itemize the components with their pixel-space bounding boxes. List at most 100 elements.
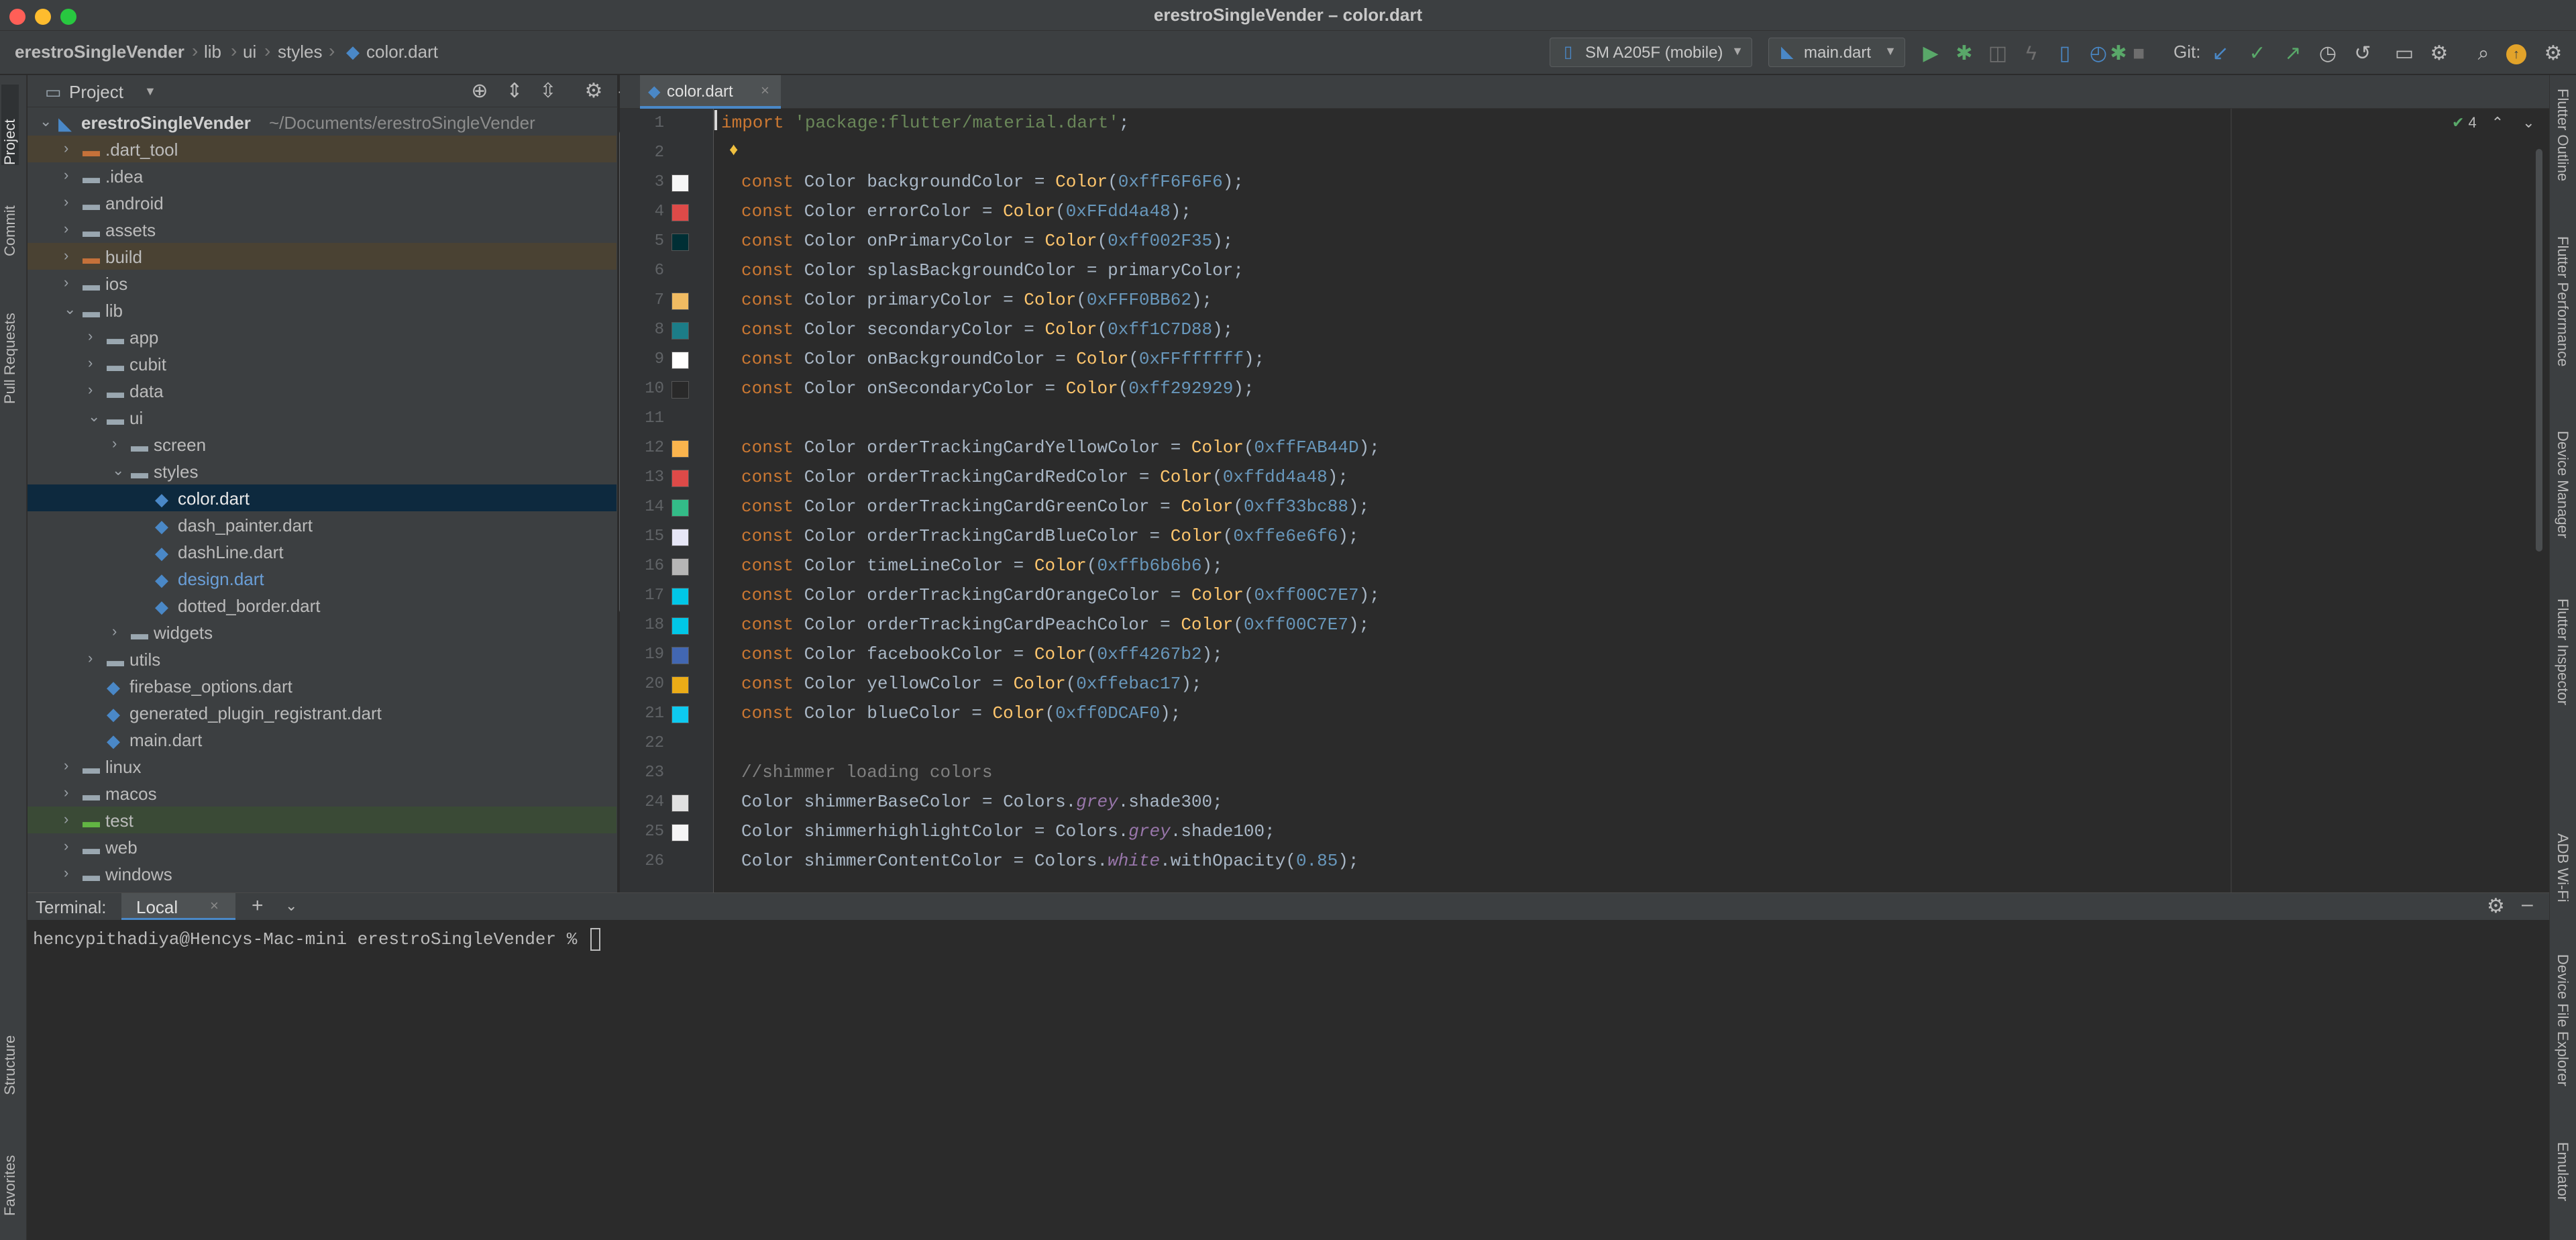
tree-item[interactable]: ◆ design.dart [28,565,616,592]
device-file-explorer-tool-tab[interactable]: Device File Explorer [2554,954,2571,1086]
stop-icon[interactable]: ■ [2125,40,2152,67]
chevron-right-icon[interactable]: › [88,650,93,667]
tree-item[interactable]: › ▬ build [28,243,616,270]
chevron-right-icon[interactable]: › [88,381,93,399]
chevron-down-icon[interactable]: ⌄ [88,408,100,425]
add-terminal-icon[interactable]: + [252,894,264,917]
tree-item[interactable]: ◆ color.dart [28,484,616,511]
flutter-performance-tool-tab[interactable]: Flutter Performance [2554,236,2571,366]
lightbulb-icon[interactable]: ♦ [729,139,738,160]
git-push-icon[interactable]: ↗ [2279,40,2306,67]
color-swatch-icon[interactable] [672,234,689,251]
color-swatch-icon[interactable] [672,381,689,399]
chevron-down-icon[interactable]: ⌄ [40,113,52,130]
tree-item[interactable]: › ▬ windows [28,860,616,887]
update-available-icon[interactable]: ↑ [2506,44,2526,64]
color-swatch-icon[interactable] [672,322,689,340]
chevron-down-icon[interactable]: ⌄ [112,462,124,479]
color-swatch-icon[interactable] [672,174,689,192]
tree-item[interactable]: › ▬ .idea [28,162,616,189]
color-swatch-icon[interactable] [672,293,689,310]
history-icon[interactable]: ◷ [2314,40,2341,67]
close-icon[interactable]: × [210,897,219,915]
tree-item[interactable]: › ▬ android [28,189,616,216]
tree-item[interactable]: › ▬ app [28,323,616,350]
color-swatch-icon[interactable] [672,499,689,517]
terminal-tab-local[interactable]: Local × [121,893,235,920]
chevron-right-icon[interactable]: › [112,435,117,452]
tree-item[interactable]: › ▬ widgets [28,619,616,645]
breadcrumb-lib[interactable]: lib [204,42,221,62]
color-swatch-icon[interactable] [672,794,689,812]
collapse-all-icon[interactable]: ⇳ [535,78,561,105]
tree-item[interactable]: › ▬ ios [28,270,616,297]
color-swatch-icon[interactable] [672,440,689,458]
tree-item[interactable]: › ▬ macos [28,780,616,807]
debug-icon[interactable]: ✱ [1951,40,1978,67]
chevron-down-icon[interactable]: ⌄ [64,301,76,318]
adb-wifi-tool-tab[interactable]: ADB Wi-Fi [2554,833,2571,902]
attach-debugger-icon[interactable]: ◫ [1984,40,2011,67]
tree-item[interactable]: ◆ dash_painter.dart [28,511,616,538]
pull-requests-tool-tab[interactable]: Pull Requests [1,276,19,404]
tree-item[interactable]: › ▬ data [28,377,616,404]
chevron-right-icon[interactable]: › [64,784,68,801]
inspections-widget[interactable]: ✔ 4 ⌃ ⌄ [2452,114,2535,132]
device-manager-tool-tab[interactable]: Device Manager [2554,431,2571,538]
flutter-outline-tool-tab[interactable]: Flutter Outline [2554,89,2571,181]
hot-restart-icon[interactable]: ▯ [2051,40,2078,67]
color-swatch-icon[interactable] [672,529,689,546]
tree-item[interactable]: › ▬ linux [28,753,616,780]
locate-file-icon[interactable]: ⊕ [466,78,493,105]
chevron-up-icon[interactable]: ⌃ [2491,114,2504,131]
device-mirror-icon[interactable]: ▭ [2391,40,2418,67]
color-swatch-icon[interactable] [672,558,689,576]
structure-tool-tab[interactable]: Structure [1,1015,19,1095]
chevron-down-icon[interactable]: ⌄ [2522,114,2534,131]
sdk-manager-icon[interactable]: ⚙ [2426,40,2453,67]
chevron-right-icon[interactable]: › [64,220,68,238]
color-swatch-icon[interactable] [672,824,689,841]
color-swatch-icon[interactable] [672,647,689,664]
tree-item[interactable]: ⌄ ▬ lib [28,297,616,323]
settings-icon[interactable]: ⚙ [580,78,607,105]
chevron-right-icon[interactable]: › [64,274,68,291]
tree-item[interactable]: › ▬ web [28,833,616,860]
tree-item[interactable]: › ▬ screen [28,431,616,458]
tree-item[interactable]: ⌄ ▬ ui [28,404,616,431]
breadcrumb-styles[interactable]: styles [278,42,322,62]
breadcrumb-file[interactable]: color.dart [366,42,438,62]
settings-icon[interactable]: ⚙ [2540,40,2567,67]
tree-item[interactable]: ◆ dotted_border.dart [28,592,616,619]
tree-item[interactable]: ◆ firebase_options.dart [28,672,616,699]
search-icon[interactable]: ⌕ [2470,40,2497,67]
run-config-selector[interactable]: ◣ main.dart ▼ [1768,38,1905,67]
color-swatch-icon[interactable] [672,470,689,487]
run-icon[interactable]: ▶ [1917,40,1944,67]
terminal-output[interactable]: hencypithadiya@Hencys-Mac-mini erestroSi… [33,928,600,951]
emulator-tool-tab[interactable]: Emulator [2554,1142,2571,1201]
chevron-down-icon[interactable]: ▼ [144,85,156,99]
expand-all-icon[interactable]: ⇕ [501,78,528,105]
color-swatch-icon[interactable] [672,706,689,723]
git-update-icon[interactable]: ↙ [2207,40,2234,67]
chevron-right-icon[interactable]: › [64,864,68,882]
chevron-right-icon[interactable]: › [64,166,68,184]
hide-panel-icon[interactable]: – [2522,893,2533,916]
close-icon[interactable]: × [761,82,769,99]
color-swatch-icon[interactable] [672,588,689,605]
device-selector[interactable]: ▯ SM A205F (mobile) ▼ [1550,38,1752,67]
rollback-icon[interactable]: ↺ [2349,40,2376,67]
chevron-right-icon[interactable]: › [64,757,68,774]
tree-item[interactable]: › ▬ .dart_tool [28,136,616,162]
tree-item[interactable]: › ▬ utils [28,645,616,672]
tab-color-dart[interactable]: ◆ color.dart × [640,75,781,109]
git-commit-icon[interactable]: ✓ [2244,40,2271,67]
color-swatch-icon[interactable] [672,352,689,369]
chevron-right-icon[interactable]: › [64,837,68,855]
color-swatch-icon[interactable] [672,617,689,635]
settings-icon[interactable]: ⚙ [2487,894,2505,918]
chevron-right-icon[interactable]: › [64,247,68,264]
code-editor[interactable]: ♦ ✔ 4 ⌃ ⌄ import 'package:flutter/material.… [714,109,2549,892]
chevron-right-icon[interactable]: › [112,623,117,640]
